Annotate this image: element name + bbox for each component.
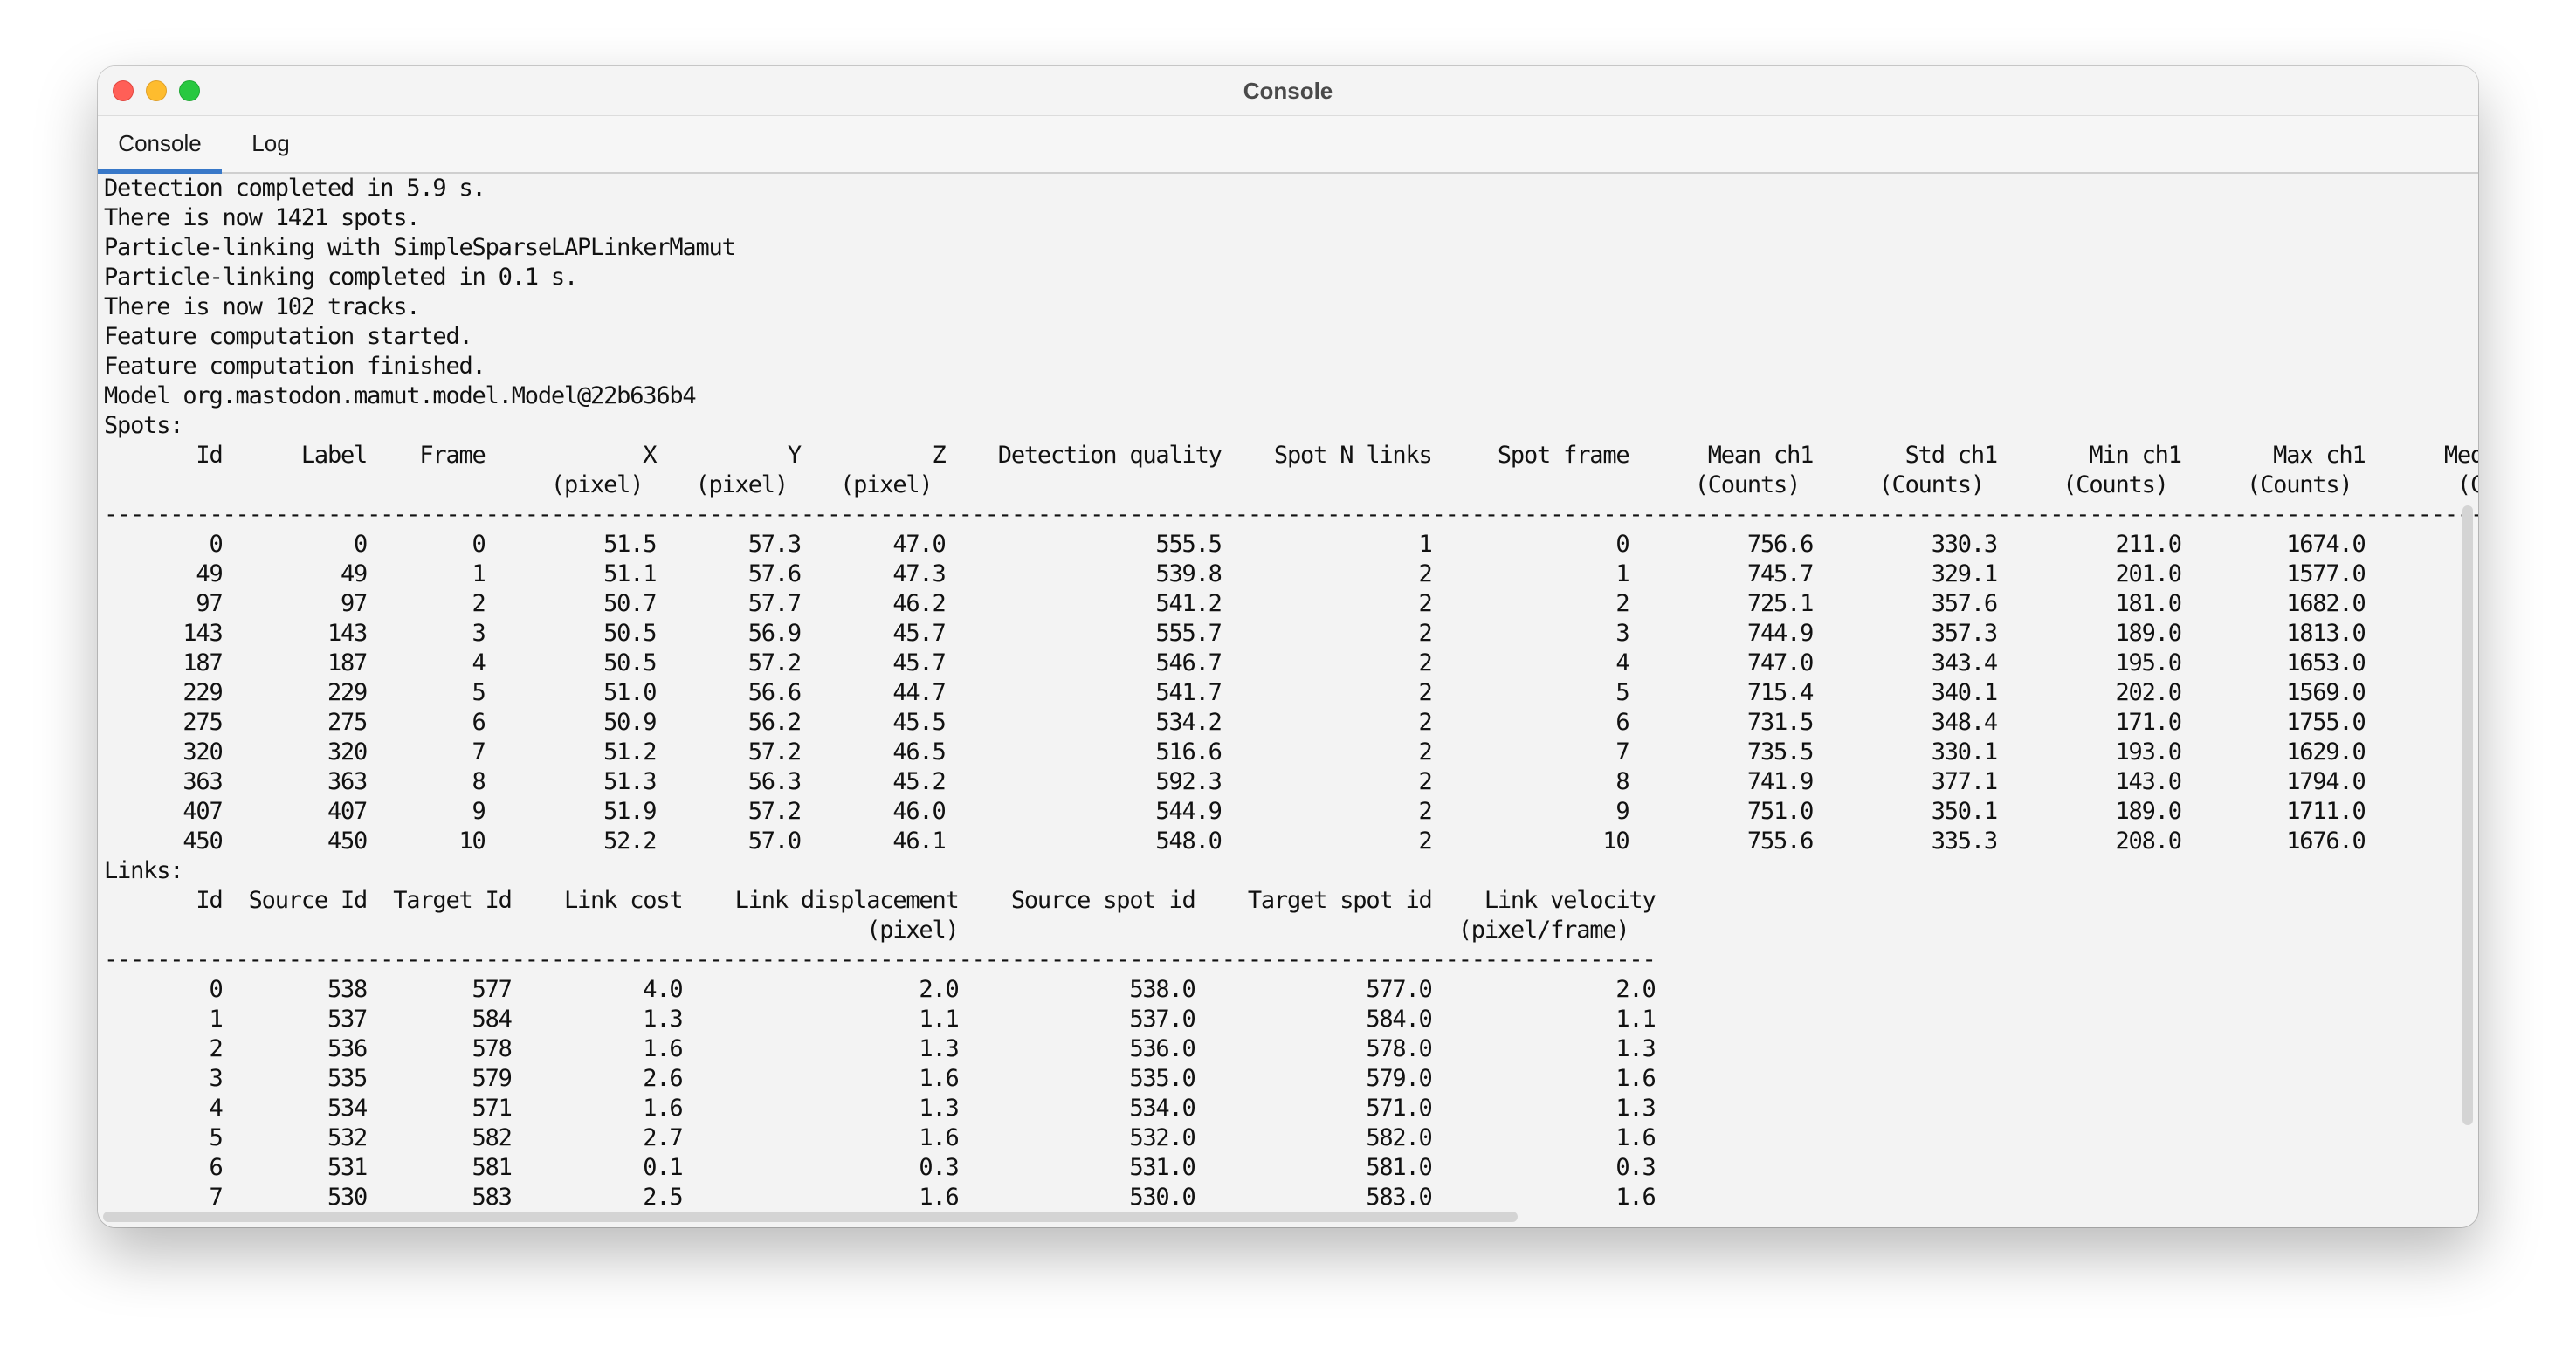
console-line: ----------------------------------------… [104, 946, 1656, 973]
console-line: Particle-linking with SimpleSparseLAPLin… [104, 234, 736, 261]
console-line: There is now 1421 spots. [104, 204, 421, 231]
console-line: 1 537 584 1.3 1.1 537.0 584.0 1.1 [104, 1006, 1656, 1033]
console-line: Feature computation finished. [104, 353, 486, 380]
console-output-text: Detection completed in 5.9 s. There is n… [104, 174, 2478, 1212]
console-line: (pixel) (pixel) (pixel) (Counts) (Counts… [104, 471, 2478, 498]
console-line: ----------------------------------------… [104, 501, 2478, 528]
console-line: Id Label Frame X Y Z Detection quality S… [104, 442, 2478, 469]
console-line: 5 532 582 2.7 1.6 532.0 582.0 1.6 [104, 1124, 1656, 1151]
console-line: 97 97 2 50.7 57.7 46.2 541.2 2 2 725.1 3… [104, 590, 2366, 617]
window-title: Console [1243, 78, 1333, 104]
console-window: Console Console Log Detection completed … [98, 66, 2478, 1227]
console-line: Spots: [104, 412, 184, 439]
console-line: 0 538 577 4.0 2.0 538.0 577.0 2.0 [104, 976, 1656, 1003]
tab-bar: Console Log [98, 116, 2478, 174]
console-line: Model org.mastodon.mamut.model.Model@22b… [104, 382, 697, 409]
console-line: 407 407 9 51.9 57.2 46.0 544.9 2 9 751.0… [104, 798, 2366, 825]
tab-log[interactable]: Log [238, 116, 304, 172]
console-line: 275 275 6 50.9 56.2 45.5 534.2 2 6 731.5… [104, 709, 2366, 736]
console-line: 187 187 4 50.5 57.2 45.7 546.7 2 4 747.0… [104, 649, 2366, 677]
console-line: Feature computation started. [104, 323, 473, 350]
console-line: 6 531 581 0.1 0.3 531.0 581.0 0.3 [104, 1154, 1656, 1181]
console-line: 0 0 0 51.5 57.3 47.0 555.5 1 0 756.6 330… [104, 531, 2366, 558]
console-line: (pixel) (pixel/frame) [104, 917, 1629, 944]
title-bar[interactable]: Console [98, 66, 2478, 116]
console-line: Particle-linking completed in 0.1 s. [104, 264, 578, 291]
horizontal-scrollbar[interactable] [103, 1212, 1518, 1222]
console-line: 4 534 571 1.6 1.3 534.0 571.0 1.3 [104, 1095, 1656, 1122]
console-line: 229 229 5 51.0 56.6 44.7 541.7 2 5 715.4… [104, 679, 2366, 706]
console-line: 2 536 578 1.6 1.3 536.0 578.0 1.3 [104, 1035, 1656, 1062]
console-line: 7 530 583 2.5 1.6 530.0 583.0 1.6 [104, 1184, 1656, 1211]
console-line: Detection completed in 5.9 s. [104, 175, 486, 202]
tab-console[interactable]: Console [98, 116, 222, 174]
console-line: 49 49 1 51.1 57.6 47.3 539.8 2 1 745.7 3… [104, 560, 2366, 587]
console-line: 143 143 3 50.5 56.9 45.7 555.7 2 3 744.9… [104, 620, 2366, 647]
console-line: Links: [104, 857, 184, 884]
vertical-scrollbar[interactable] [2462, 505, 2473, 1125]
console-line: There is now 102 tracks. [104, 293, 421, 320]
console-output-pane[interactable]: Detection completed in 5.9 s. There is n… [98, 174, 2478, 1227]
console-line: 363 363 8 51.3 56.3 45.2 592.3 2 8 741.9… [104, 768, 2366, 795]
console-line: Id Source Id Target Id Link cost Link di… [104, 887, 1656, 914]
console-line: 320 320 7 51.2 57.2 46.5 516.6 2 7 735.5… [104, 738, 2366, 766]
console-line: 450 450 10 52.2 57.0 46.1 548.0 2 10 755… [104, 828, 2366, 855]
console-line: 3 535 579 2.6 1.6 535.0 579.0 1.6 [104, 1065, 1656, 1092]
